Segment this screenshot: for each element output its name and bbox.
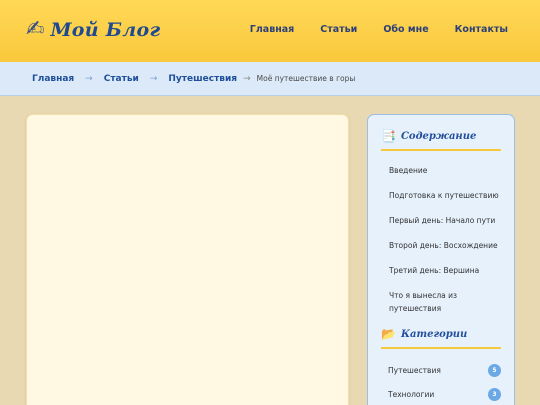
toc-item[interactable]: Введение [381, 159, 501, 184]
breadcrumb-articles[interactable]: Статьи [104, 74, 139, 84]
site-title[interactable]: Мой Блог [50, 19, 160, 41]
writing-hand-icon: ✍ [26, 17, 45, 42]
category-item[interactable]: Технологии 3 [381, 381, 501, 405]
category-count-badge: 5 [488, 363, 501, 377]
toc-heading: 📑 Содержание [381, 129, 501, 151]
folder-icon: 📂 [381, 327, 396, 341]
category-count-badge: 3 [488, 387, 501, 401]
toc-item[interactable]: Третий день: Вершина [381, 259, 501, 284]
bookmark-tabs-icon: 📑 [381, 129, 396, 143]
breadcrumb-separator: → [243, 73, 251, 84]
article-content [26, 114, 349, 405]
nav-link-contacts[interactable]: Контакты [455, 24, 508, 35]
toc-item[interactable]: Что я вынесла из путешествия [381, 284, 501, 322]
category-label: Технологии [388, 389, 435, 399]
toc-item[interactable]: Первый день: Начало пути [381, 209, 501, 234]
breadcrumb-separator: → [149, 73, 158, 84]
main-nav: Главная Статьи Обо мне Контакты [250, 24, 508, 35]
categories-heading: 📂 Категории [381, 327, 501, 349]
breadcrumb: Главная → Статьи → Путешествия → Моё пут… [0, 62, 540, 96]
nav-link-about[interactable]: Обо мне [383, 24, 428, 35]
breadcrumb-home[interactable]: Главная [32, 74, 74, 84]
breadcrumb-current: Моё путешествие в горы [256, 74, 356, 83]
category-item[interactable]: Путешествия 5 [381, 357, 501, 381]
categories-title: Категории [400, 328, 468, 340]
site-header: ✍ Мой Блог Главная Статьи Обо мне Контак… [0, 0, 540, 62]
site-logo[interactable]: ✍ Мой Блог [26, 16, 160, 44]
nav-link-articles[interactable]: Статьи [320, 24, 357, 35]
nav-link-home[interactable]: Главная [250, 24, 295, 35]
toc-title: Содержание [400, 130, 477, 142]
breadcrumb-travel[interactable]: Путешествия [168, 74, 237, 84]
category-label: Путешествия [388, 365, 441, 375]
toc-item[interactable]: Подготовка к путешествию [381, 184, 501, 209]
toc-item[interactable]: Второй день: Восхождение [381, 234, 501, 259]
breadcrumb-separator: → [85, 73, 93, 84]
sidebar: 📑 Содержание Введение Подготовка к путеш… [367, 114, 515, 405]
